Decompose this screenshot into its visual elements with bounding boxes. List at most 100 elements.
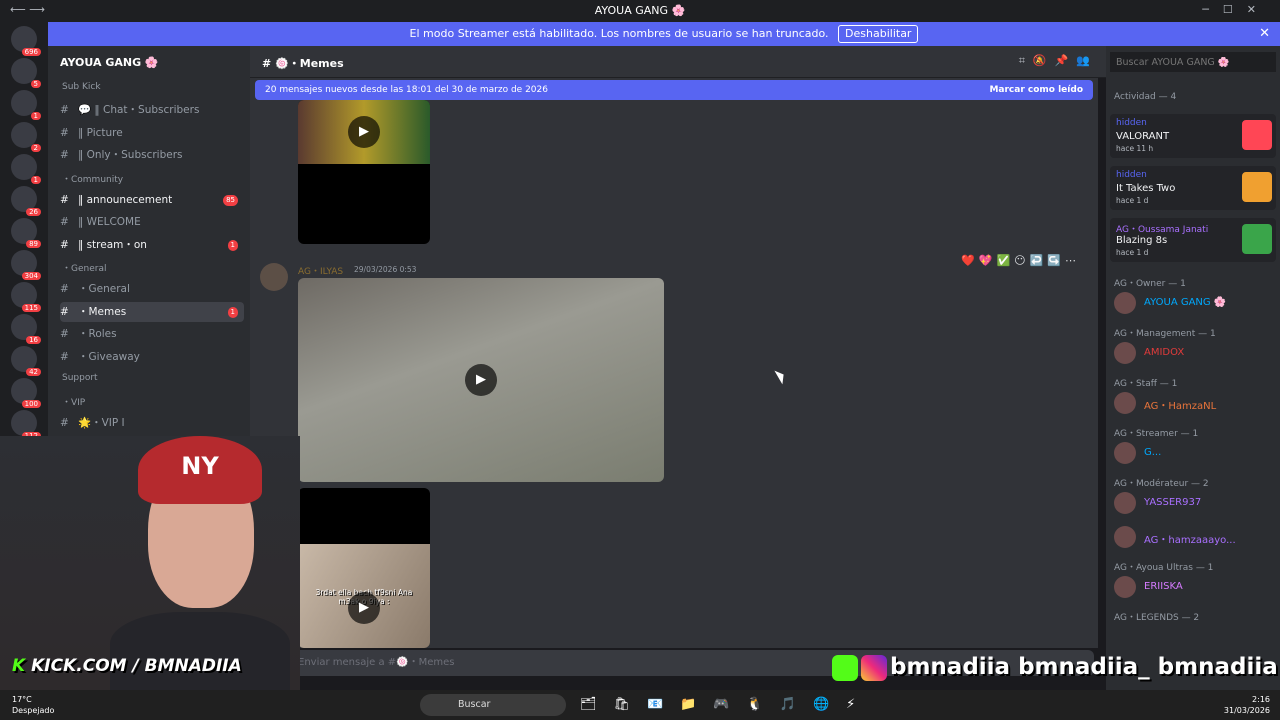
- role-header: AG・Staff — 1: [1114, 379, 1178, 389]
- search-input[interactable]: [1110, 52, 1276, 72]
- server-icon[interactable]: 115: [11, 282, 41, 312]
- channel-item[interactable]: # ‖ Picture: [60, 123, 244, 143]
- activity-game: Blazing 8s: [1116, 235, 1168, 246]
- hash-icon: #: [60, 417, 69, 429]
- taskbar-search[interactable]: Buscar: [420, 694, 566, 716]
- role-header: AG・Owner — 1: [1114, 279, 1186, 289]
- member-name: AG・HamzaNL: [1144, 401, 1217, 412]
- channel-item[interactable]: # ・General: [60, 279, 244, 299]
- taskbar-apps[interactable]: 🗂🛍📧📁🎮🐧🎵🌐⚡: [580, 697, 872, 712]
- member-name: AYOUA GANG 🌸: [1144, 297, 1227, 308]
- member-item[interactable]: AYOUA GANG 🌸: [1114, 292, 1276, 314]
- message-author[interactable]: AG・ILYAS: [298, 264, 343, 277]
- channel-item[interactable]: # ・Roles: [60, 324, 244, 344]
- mention-badge: 1: [227, 239, 238, 251]
- socials-text: bmnadiia bmnadiia_ bmnadiia: [890, 654, 1278, 680]
- server-icon[interactable]: 16: [11, 314, 41, 344]
- category-header[interactable]: ・Community: [62, 172, 123, 185]
- taskbar: 17°C Despejado Buscar 🗂🛍📧📁🎮🐧🎵🌐⚡ 2:16 31/03…: [0, 690, 1280, 720]
- member-item[interactable]: AG・HamzaNL: [1114, 392, 1276, 414]
- server-icon[interactable]: 2: [11, 122, 41, 152]
- hash-icon: #: [60, 305, 69, 318]
- avatar: [1114, 442, 1136, 464]
- play-icon[interactable]: ▶: [348, 116, 380, 148]
- activity-user: hidden: [1116, 118, 1147, 128]
- hash-icon: #: [60, 126, 69, 139]
- unread-badge: 2: [30, 144, 41, 152]
- date: 31/03/2026: [1223, 706, 1270, 715]
- category-header[interactable]: ・VIP: [62, 395, 85, 408]
- member-item[interactable]: ERIISKA: [1114, 576, 1276, 598]
- category-header[interactable]: ・General: [62, 261, 106, 274]
- clock[interactable]: 2:16 31/03/2026: [1224, 694, 1270, 716]
- message-actions[interactable]: ❤️💖✅😶↩️↪️⋯: [961, 254, 1080, 267]
- server-icon[interactable]: 304: [11, 250, 41, 280]
- server-name[interactable]: AYOUA GANG 🌸: [60, 56, 159, 69]
- unread-badge: 42: [26, 368, 41, 376]
- avatar: [1114, 392, 1136, 414]
- member-item[interactable]: AG・hamzaaayo...: [1114, 526, 1276, 548]
- channel-label: ・Memes: [78, 305, 127, 318]
- channel-item[interactable]: # 🌟・VIP Ⅰ: [60, 413, 244, 433]
- member-name: ERIISKA: [1144, 581, 1183, 592]
- channel-item[interactable]: # ・Memes 1: [60, 301, 244, 322]
- server-icon[interactable]: 5: [11, 58, 41, 88]
- game-icon: [1242, 172, 1272, 202]
- member-item[interactable]: YASSER937: [1114, 492, 1276, 514]
- unread-badge: 115: [21, 304, 41, 312]
- member-item[interactable]: G...: [1114, 442, 1276, 464]
- video-attachment[interactable]: ▶: [298, 278, 664, 482]
- channel-label: ‖ Picture: [78, 126, 123, 139]
- play-icon[interactable]: ▶: [348, 592, 380, 624]
- server-icon[interactable]: 100: [11, 378, 41, 408]
- weather-widget[interactable]: 17°C Despejado: [12, 694, 54, 716]
- channel-label: 🌟・VIP Ⅰ: [78, 417, 125, 429]
- channel-item[interactable]: # ‖ stream・on 1: [60, 235, 244, 255]
- member-item[interactable]: AMIDOX: [1114, 342, 1276, 364]
- kick-url: KICK.COM / BMNADIIA: [31, 656, 242, 676]
- member-name: G...: [1144, 447, 1162, 458]
- close-icon[interactable]: ✕: [1259, 22, 1270, 46]
- channel-label: ・Roles: [78, 328, 117, 340]
- activity-card[interactable]: hidden VALORANT hace 11 h: [1110, 114, 1276, 158]
- category-header[interactable]: Sub Kick: [62, 82, 101, 92]
- header-icons[interactable]: ⌗🔕📌👥: [1019, 54, 1098, 68]
- avatar[interactable]: [260, 263, 288, 291]
- server-icon[interactable]: 696: [11, 26, 41, 56]
- play-icon[interactable]: ▶: [465, 364, 497, 396]
- window-controls[interactable]: ─☐✕: [1202, 3, 1270, 16]
- server-icon[interactable]: 112: [11, 410, 41, 440]
- server-icon[interactable]: 89: [11, 218, 41, 248]
- channel-label: ・General: [78, 283, 130, 295]
- activity-game: VALORANT: [1116, 131, 1170, 142]
- window-title: AYOUA GANG 🌸: [594, 4, 686, 17]
- avatar: [1114, 576, 1136, 598]
- channel-label: ‖ WELCOME: [78, 216, 141, 228]
- new-messages-bar[interactable]: 20 mensajes nuevos desde las 18:01 del 3…: [255, 80, 1093, 100]
- channel-item[interactable]: # ‖ announecement 85: [60, 190, 244, 210]
- disable-button[interactable]: Deshabilitar: [838, 25, 919, 43]
- server-icon[interactable]: 1: [11, 90, 41, 120]
- mark-read-button[interactable]: Marcar como leído: [989, 80, 1083, 100]
- channel-item[interactable]: # 💬 ‖ Chat・Subscribers: [60, 100, 244, 120]
- webcam-overlay: NY: [0, 436, 300, 692]
- avatar: [1114, 342, 1136, 364]
- video-attachment[interactable]: ▶: [298, 100, 430, 244]
- activity-card[interactable]: hidden It Takes Two hace 1 d: [1110, 166, 1276, 210]
- mention-badge: 1: [227, 306, 238, 318]
- channel-item[interactable]: # ・Giveaway: [60, 347, 244, 367]
- server-icon[interactable]: 1: [11, 154, 41, 184]
- channel-item[interactable]: # ‖ WELCOME: [60, 212, 244, 232]
- video-attachment[interactable]: 3rdat ella bach tf9sni Ana m3ak o 9iya :…: [298, 488, 430, 648]
- activity-card[interactable]: AG・Oussama Janati Blazing 8s hace 1 d: [1110, 218, 1276, 262]
- activity-header: Actividad — 4: [1114, 92, 1177, 102]
- server-icon[interactable]: 42: [11, 346, 41, 376]
- server-icon[interactable]: 26: [11, 186, 41, 216]
- new-messages-text: 20 mensajes nuevos desde las 18:01 del 3…: [265, 85, 548, 95]
- unread-badge: 26: [26, 208, 41, 216]
- category-header[interactable]: Support: [62, 373, 98, 383]
- activity-time: hace 1 d: [1116, 248, 1149, 257]
- hash-icon: #: [60, 216, 69, 228]
- search-box[interactable]: [1106, 46, 1280, 78]
- channel-item[interactable]: # ‖ Only・Subscribers: [60, 145, 244, 165]
